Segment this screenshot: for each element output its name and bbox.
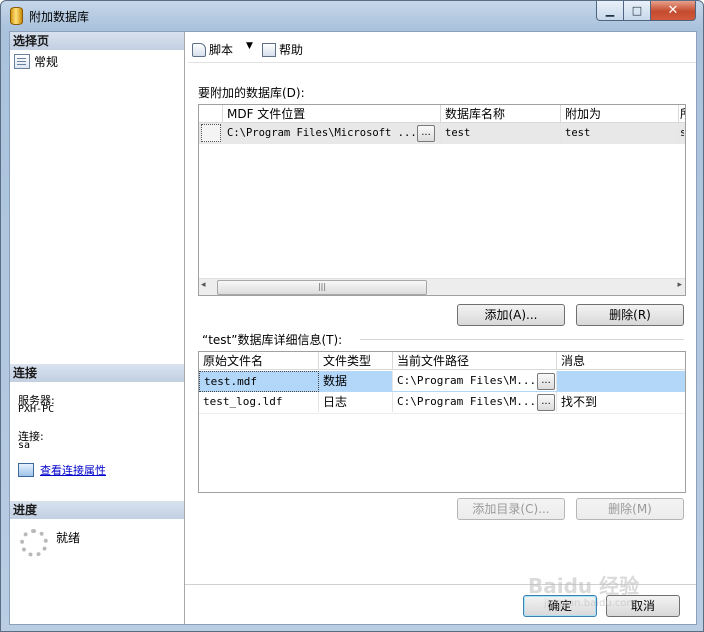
properties-icon bbox=[18, 463, 34, 477]
script-icon bbox=[192, 42, 206, 57]
connection-header: 连接 bbox=[10, 364, 184, 382]
nav-item-general[interactable]: 常规 bbox=[14, 53, 58, 70]
script-label: 脚本 bbox=[209, 43, 234, 57]
minimize-button[interactable]: ▁ bbox=[596, 1, 624, 21]
table-row[interactable]: test.mdf 数据 C:\Program Files\M... ... bbox=[199, 371, 685, 392]
row-header-col bbox=[199, 105, 223, 123]
select-page-header: 选择页 bbox=[10, 32, 184, 50]
window-title: 附加数据库 bbox=[29, 10, 90, 24]
progress-header: 进度 bbox=[10, 501, 184, 519]
col-owner[interactable]: 所 bbox=[679, 105, 685, 123]
cell-owner[interactable]: s bbox=[679, 123, 685, 143]
nav-item-label: 常规 bbox=[34, 55, 59, 69]
scroll-thumb[interactable]: ||| bbox=[217, 280, 427, 295]
add-button[interactable]: 添加(A)... bbox=[457, 304, 565, 326]
baidu-watermark-url: jingyan.baidu.com bbox=[544, 598, 637, 609]
col-message[interactable]: 消息 bbox=[557, 352, 685, 370]
horizontal-scrollbar[interactable]: ◂ ||| ▸ bbox=[199, 278, 685, 295]
table-row[interactable]: C:\Program Files\Microsoft ... ... test … bbox=[199, 123, 685, 144]
col-original-filename[interactable]: 原始文件名 bbox=[199, 352, 319, 370]
attach-databases-label: 要附加的数据库(D): bbox=[198, 86, 305, 100]
cell-original-filename[interactable]: test_log.ldf bbox=[199, 392, 319, 412]
cell-file-type[interactable]: 数据 bbox=[319, 371, 393, 391]
scroll-right-icon[interactable]: ▸ bbox=[677, 280, 682, 290]
progress-status: 就绪 bbox=[56, 531, 81, 545]
script-button[interactable]: 脚本 bbox=[192, 41, 233, 58]
cell-attach-as[interactable]: test bbox=[561, 123, 679, 143]
server-value: PXH-PC bbox=[18, 404, 55, 415]
attach-databases-grid[interactable]: MDF 文件位置 数据库名称 附加为 所 C:\Program Files\Mi… bbox=[198, 104, 686, 296]
cell-file-type[interactable]: 日志 bbox=[319, 392, 393, 412]
row-selector[interactable] bbox=[201, 124, 221, 142]
help-button[interactable]: 帮助 bbox=[262, 41, 303, 58]
progress-spinner-icon bbox=[20, 529, 48, 557]
details-separator bbox=[360, 339, 684, 340]
script-dropdown-arrow[interactable]: ▼ bbox=[246, 41, 253, 51]
add-catalog-button[interactable]: 添加目录(C)... bbox=[457, 498, 565, 520]
col-file-type[interactable]: 文件类型 bbox=[319, 352, 393, 370]
cell-current-path[interactable]: C:\Program Files\M... bbox=[393, 392, 557, 412]
col-mdf-location[interactable]: MDF 文件位置 bbox=[223, 105, 441, 123]
attach-database-window: 附加数据库 ▁ □ ✕ 选择页 常规 连接 服务器: PXH-PC 连接: sa… bbox=[0, 0, 704, 632]
col-current-path[interactable]: 当前文件路径 bbox=[393, 352, 557, 370]
details-label: “test”数据库详细信息(T): bbox=[202, 333, 343, 347]
browse-mdf-button[interactable]: ... bbox=[417, 125, 435, 142]
browse-path-button[interactable]: ... bbox=[537, 373, 555, 390]
page-icon bbox=[14, 54, 30, 69]
col-attach-as[interactable]: 附加为 bbox=[561, 105, 679, 123]
col-database-name[interactable]: 数据库名称 bbox=[441, 105, 561, 123]
cell-message[interactable]: 找不到 bbox=[557, 392, 685, 412]
table-row[interactable]: test_log.ldf 日志 C:\Program Files\M... ..… bbox=[199, 392, 685, 414]
database-details-grid[interactable]: 原始文件名 文件类型 当前文件路径 消息 test.mdf 数据 C:\Prog… bbox=[198, 351, 686, 493]
cell-mdf-location[interactable]: C:\Program Files\Microsoft ... bbox=[223, 123, 441, 143]
cell-database-name[interactable]: test bbox=[441, 123, 561, 143]
cell-message[interactable] bbox=[557, 371, 685, 391]
view-connection-properties[interactable]: 查看连接属性 bbox=[18, 462, 106, 478]
left-panel: 选择页 常规 连接 服务器: PXH-PC 连接: sa 查看连接属性 进度 就… bbox=[10, 32, 185, 624]
baidu-watermark-logo: Baidu 经验 bbox=[528, 574, 640, 598]
connection-value: sa bbox=[18, 440, 31, 451]
title-bar[interactable]: 附加数据库 ▁ □ ✕ bbox=[1, 1, 703, 31]
remove-button[interactable]: 删除(R) bbox=[576, 304, 684, 326]
view-connection-properties-link[interactable]: 查看连接属性 bbox=[40, 462, 106, 478]
remove-file-button[interactable]: 删除(M) bbox=[576, 498, 684, 520]
cell-current-path[interactable]: C:\Program Files\M... bbox=[393, 371, 557, 391]
dialog-client: 选择页 常规 连接 服务器: PXH-PC 连接: sa 查看连接属性 进度 就… bbox=[9, 31, 697, 625]
browse-path-button[interactable]: ... bbox=[537, 394, 555, 411]
toolbar: 脚本 ▼ 帮助 bbox=[188, 36, 696, 63]
scroll-left-icon[interactable]: ◂ bbox=[201, 280, 206, 290]
database-icon bbox=[10, 7, 23, 25]
cell-original-filename[interactable]: test.mdf bbox=[199, 371, 319, 392]
help-icon bbox=[262, 42, 276, 57]
help-label: 帮助 bbox=[279, 43, 304, 57]
close-button[interactable]: ✕ bbox=[650, 1, 696, 21]
maximize-button[interactable]: □ bbox=[623, 1, 651, 21]
